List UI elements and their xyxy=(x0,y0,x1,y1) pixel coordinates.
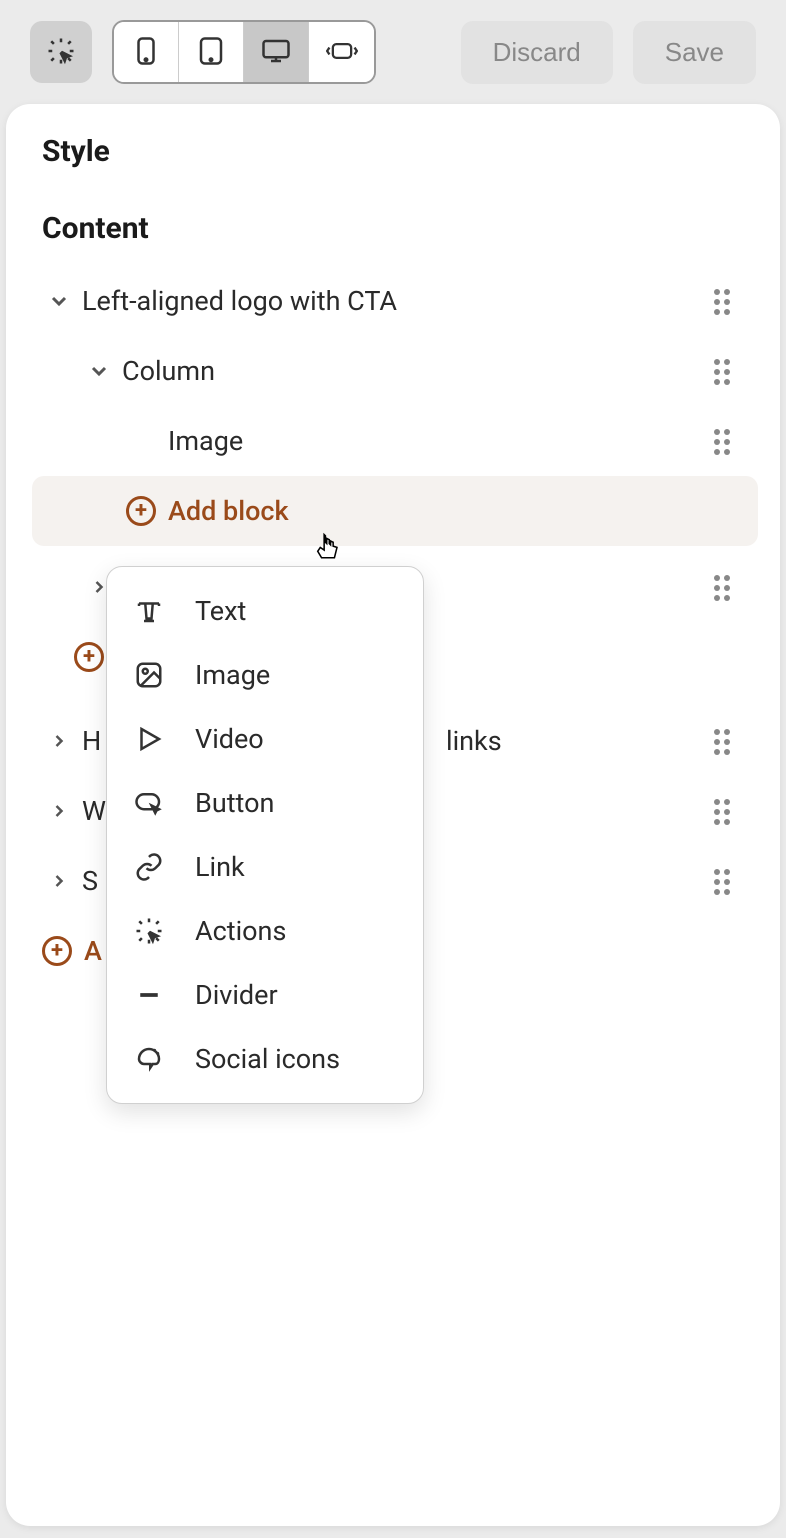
chevron-right-icon[interactable] xyxy=(42,724,76,758)
tree-label: Image xyxy=(168,425,758,457)
menu-label: Text xyxy=(195,595,246,627)
drag-handle-icon[interactable] xyxy=(714,289,738,313)
drag-handle-icon[interactable] xyxy=(714,359,738,383)
button-icon xyxy=(129,783,169,823)
viewport-tablet-button[interactable] xyxy=(179,22,244,82)
social-icon xyxy=(129,1039,169,1079)
drag-handle-icon[interactable] xyxy=(714,729,738,753)
fullwidth-icon xyxy=(326,39,358,66)
menu-label: Button xyxy=(195,787,274,819)
menu-item-button[interactable]: Button xyxy=(107,771,423,835)
plus-circle-icon: + xyxy=(74,642,104,672)
menu-label: Video xyxy=(195,723,264,755)
viewport-switcher xyxy=(112,20,376,84)
divider-icon xyxy=(129,975,169,1015)
link-icon xyxy=(129,847,169,887)
drag-handle-icon[interactable] xyxy=(714,869,738,893)
drag-handle-icon[interactable] xyxy=(714,575,738,599)
discard-button[interactable]: Discard xyxy=(461,21,613,84)
save-button[interactable]: Save xyxy=(633,21,756,84)
chevron-down-icon[interactable] xyxy=(82,354,116,388)
menu-label: Link xyxy=(195,851,245,883)
actions-icon xyxy=(129,911,169,951)
tablet-icon xyxy=(198,36,224,69)
viewport-fullwidth-button[interactable] xyxy=(309,22,374,82)
editor-panel: Style Content Left-aligned logo with CTA… xyxy=(6,104,780,1526)
tree-row-root[interactable]: Left-aligned logo with CTA xyxy=(28,266,758,336)
menu-item-video[interactable]: Video xyxy=(107,707,423,771)
menu-item-image[interactable]: Image xyxy=(107,643,423,707)
mobile-icon xyxy=(135,36,157,69)
content-section-title: Content xyxy=(28,211,758,246)
sparkle-cursor-icon xyxy=(46,36,76,69)
menu-item-link[interactable]: Link xyxy=(107,835,423,899)
tree-label-partial-right: links xyxy=(446,725,502,757)
add-block-label: Add block xyxy=(168,495,758,527)
desktop-icon xyxy=(261,38,291,67)
viewport-mobile-button[interactable] xyxy=(114,22,179,82)
drag-handle-icon[interactable] xyxy=(714,799,738,823)
menu-label: Divider xyxy=(195,979,278,1011)
menu-label: Image xyxy=(195,659,270,691)
tree-label: Column xyxy=(122,355,758,387)
tree-row-image[interactable]: Image xyxy=(28,406,758,476)
tree-label-partial: H xyxy=(82,725,101,757)
video-icon xyxy=(129,719,169,759)
actions-tool-button[interactable] xyxy=(30,21,92,83)
menu-item-divider[interactable]: Divider xyxy=(107,963,423,1027)
image-icon xyxy=(129,655,169,695)
menu-item-social[interactable]: Social icons xyxy=(107,1027,423,1091)
add-block-button[interactable]: + Add block xyxy=(32,476,758,546)
chevron-right-icon[interactable] xyxy=(42,864,76,898)
text-icon xyxy=(129,591,169,631)
style-section-title: Style xyxy=(28,134,758,169)
tree-row-column[interactable]: Column xyxy=(28,336,758,406)
plus-circle-icon: + xyxy=(126,496,156,526)
chevron-right-icon[interactable] xyxy=(42,794,76,828)
menu-label: Social icons xyxy=(195,1043,340,1075)
menu-label: Actions xyxy=(195,915,286,947)
plus-circle-icon: + xyxy=(42,936,72,966)
tree-label-partial: S xyxy=(82,865,98,897)
drag-handle-icon[interactable] xyxy=(714,429,738,453)
chevron-down-icon[interactable] xyxy=(42,284,76,318)
menu-item-actions[interactable]: Actions xyxy=(107,899,423,963)
viewport-desktop-button[interactable] xyxy=(244,22,309,82)
add-block-menu: Text Image Video Button Link xyxy=(106,566,424,1104)
tree-label-partial: W xyxy=(82,795,106,827)
top-toolbar: Discard Save xyxy=(0,0,786,104)
menu-item-text[interactable]: Text xyxy=(107,579,423,643)
tree-label: Left-aligned logo with CTA xyxy=(82,285,758,317)
